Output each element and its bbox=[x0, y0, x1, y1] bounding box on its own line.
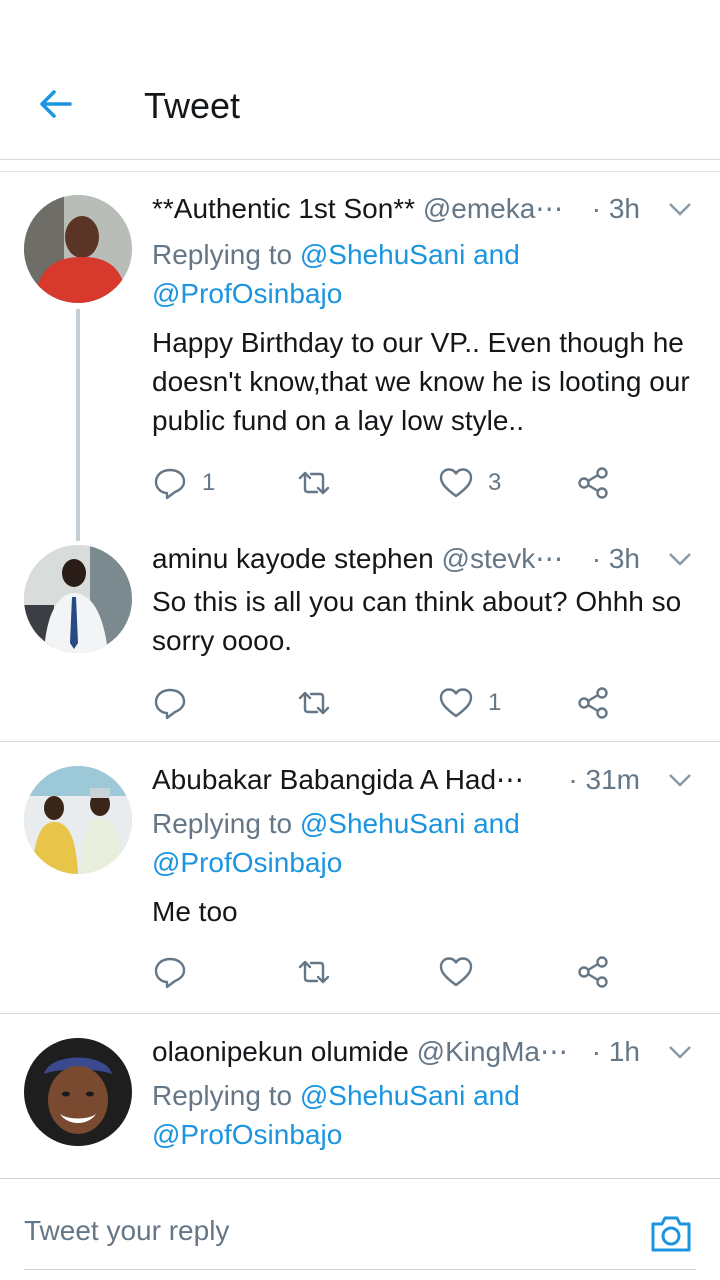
reply-icon bbox=[154, 688, 186, 720]
reply-icon bbox=[154, 468, 186, 500]
mention-link[interactable]: @ProfOsinbajo bbox=[152, 847, 342, 878]
share-icon bbox=[578, 956, 608, 988]
author-name[interactable]: Abubakar Babangida A Had⋯ bbox=[152, 764, 524, 795]
tweet-time: · 1h bbox=[591, 1036, 640, 1067]
replying-prefix: Replying to bbox=[152, 808, 293, 839]
reply-composer: Tweet your reply bbox=[0, 1178, 720, 1280]
share-button[interactable] bbox=[576, 952, 612, 992]
author-name[interactable]: aminu kayode stephen bbox=[152, 543, 434, 574]
camera-icon[interactable] bbox=[648, 1211, 694, 1257]
tweet-time: · 3h bbox=[591, 543, 640, 574]
replying-prefix: Replying to bbox=[152, 239, 293, 270]
like-icon bbox=[439, 468, 473, 498]
avatar[interactable] bbox=[24, 766, 132, 874]
retweet-button[interactable] bbox=[296, 683, 346, 723]
mention-link[interactable]: @ShehuSani and bbox=[300, 808, 520, 839]
tweet-text: So this is all you can think about? Ohhh… bbox=[152, 586, 682, 656]
like-icon bbox=[439, 957, 473, 987]
tweet-item[interactable]: olaonipekun olumide @KingMa⋯ · 1h Replyi… bbox=[0, 1014, 720, 1178]
share-icon bbox=[578, 687, 608, 719]
tweet-header: Abubakar Babangida A Had⋯ · 31m bbox=[152, 758, 696, 802]
reply-button[interactable]: 1 bbox=[152, 463, 215, 503]
retweet-icon bbox=[298, 691, 330, 715]
tweet-header: olaonipekun olumide @KingMa⋯ · 1h bbox=[152, 1030, 696, 1074]
chevron-down-icon[interactable] bbox=[664, 768, 696, 792]
reply-input[interactable]: Tweet your reply bbox=[24, 1211, 229, 1251]
tweet-text: Me too bbox=[152, 896, 238, 927]
reply-button[interactable] bbox=[152, 683, 202, 723]
reply-count: 1 bbox=[202, 469, 216, 496]
mention-link[interactable]: @ShehuSani and bbox=[300, 239, 520, 270]
author-handle[interactable]: @stevk⋯ bbox=[442, 543, 564, 574]
input-underline bbox=[24, 1269, 696, 1270]
tweet-time: · 3h bbox=[591, 193, 640, 224]
tweet-actions: 1 bbox=[152, 683, 632, 723]
tweet-actions: 1 3 bbox=[152, 463, 632, 503]
replying-to: Replying to @ShehuSani and @ProfOsinbajo bbox=[152, 804, 696, 882]
like-count: 3 bbox=[488, 469, 502, 496]
app-header: Tweet bbox=[0, 0, 720, 160]
tweet-header: **Authentic 1st Son** @emeka⋯ · 3h bbox=[152, 187, 696, 231]
reply-button[interactable] bbox=[152, 952, 202, 992]
mention-link[interactable]: @ProfOsinbajo bbox=[152, 1119, 342, 1150]
retweet-icon bbox=[298, 960, 330, 984]
retweet-button[interactable] bbox=[296, 463, 346, 503]
chevron-down-icon[interactable] bbox=[664, 1040, 696, 1064]
author-name[interactable]: olaonipekun olumide bbox=[152, 1036, 409, 1067]
tweet-header: aminu kayode stephen @stevk⋯ · 3h bbox=[152, 537, 696, 581]
thread-connector bbox=[76, 309, 80, 541]
author-name[interactable]: **Authentic 1st Son** bbox=[152, 193, 415, 224]
replying-prefix: Replying to bbox=[152, 1080, 293, 1111]
mention-link[interactable]: @ProfOsinbajo bbox=[152, 278, 342, 309]
retweet-icon bbox=[298, 471, 330, 495]
header-divider bbox=[0, 160, 720, 172]
tweet-item[interactable]: **Authentic 1st Son** @emeka⋯ · 3h Reply… bbox=[0, 173, 720, 543]
avatar[interactable] bbox=[24, 545, 132, 653]
avatar[interactable] bbox=[24, 195, 132, 303]
retweet-button[interactable] bbox=[296, 952, 346, 992]
like-icon bbox=[439, 688, 473, 718]
back-arrow-icon[interactable] bbox=[36, 84, 76, 124]
share-icon bbox=[578, 467, 608, 499]
reply-feed[interactable]: **Authentic 1st Son** @emeka⋯ · 3h Reply… bbox=[0, 173, 720, 1178]
tweet-item[interactable]: aminu kayode stephen @stevk⋯ · 3h So thi… bbox=[0, 543, 720, 742]
author-handle[interactable]: @KingMa⋯ bbox=[417, 1036, 568, 1067]
like-button[interactable]: 3 bbox=[438, 463, 501, 503]
share-button[interactable] bbox=[576, 463, 612, 503]
chevron-down-icon[interactable] bbox=[664, 197, 696, 221]
tweet-actions bbox=[152, 952, 632, 992]
replying-to: Replying to @ShehuSani and @ProfOsinbajo bbox=[152, 235, 696, 313]
page-title: Tweet bbox=[144, 85, 241, 126]
chevron-down-icon[interactable] bbox=[664, 547, 696, 571]
tweet-item[interactable]: Abubakar Babangida A Had⋯ · 31m Replying… bbox=[0, 742, 720, 1014]
mention-link[interactable]: @ShehuSani and bbox=[300, 1080, 520, 1111]
like-button[interactable]: 1 bbox=[438, 683, 501, 723]
reply-icon bbox=[154, 957, 186, 989]
tweet-time: · 31m bbox=[568, 764, 640, 795]
like-button[interactable] bbox=[438, 952, 488, 992]
author-handle[interactable]: @emeka⋯ bbox=[423, 193, 563, 224]
avatar[interactable] bbox=[24, 1038, 132, 1146]
like-count: 1 bbox=[488, 689, 502, 716]
replying-to: Replying to @ShehuSani and @ProfOsinbajo bbox=[152, 1076, 696, 1154]
share-button[interactable] bbox=[576, 683, 612, 723]
tweet-text: Happy Birthday to our VP.. Even though h… bbox=[152, 327, 690, 436]
